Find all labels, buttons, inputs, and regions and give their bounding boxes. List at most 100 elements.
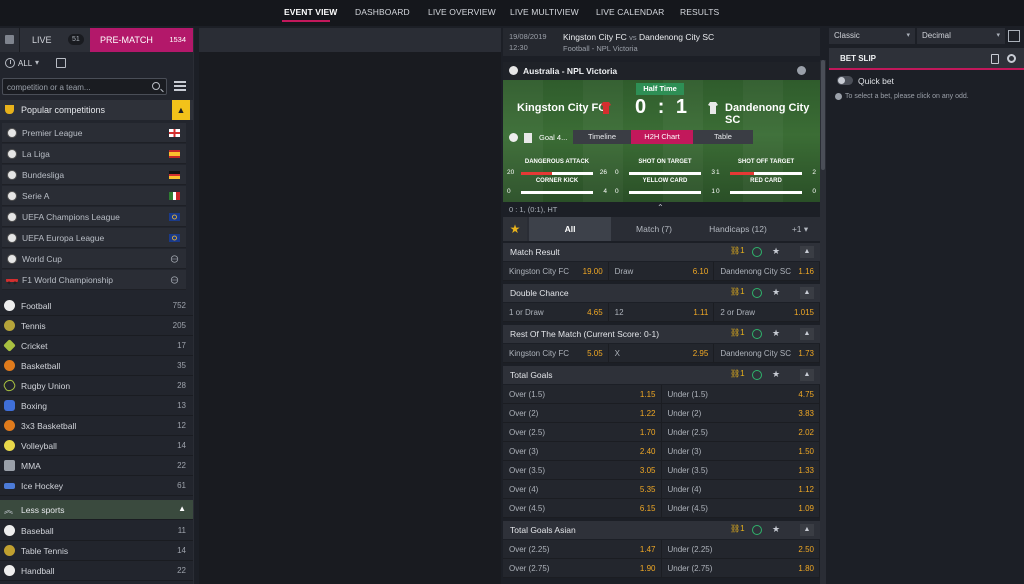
odd-button[interactable]: Dandenong City SC 1.73 <box>714 344 820 363</box>
sport-item-ice-hockey[interactable]: Ice Hockey 61 <box>0 476 194 496</box>
odd-button[interactable]: Over (2.5) 1.70 <box>503 423 662 442</box>
odd-button[interactable]: X 2.95 <box>609 344 715 363</box>
favourite-star-icon[interactable]: ★ <box>772 328 780 339</box>
odd-button[interactable]: Kingston City FC 5.05 <box>503 344 609 363</box>
nav-live-multiview[interactable]: LIVE MULTIVIEW <box>510 7 579 17</box>
competition-item[interactable]: Premier League <box>2 123 186 143</box>
sport-item-table-tennis[interactable]: Table Tennis 14 <box>0 541 194 561</box>
quick-bet-toggle[interactable] <box>837 76 853 85</box>
tab-all-markets[interactable]: All <box>529 217 611 241</box>
nav-dashboard[interactable]: DASHBOARD <box>355 7 410 17</box>
search-input[interactable] <box>7 81 147 93</box>
odd-button[interactable]: Over (2.75) 1.90 <box>503 559 662 578</box>
competition-item[interactable]: World Cup <box>2 249 186 269</box>
sport-item-football[interactable]: Football 752 <box>0 296 194 316</box>
favourite-star-icon[interactable]: ★ <box>772 369 780 380</box>
nav-event-view[interactable]: EVENT VIEW <box>284 7 337 17</box>
odd-button[interactable]: Draw 6.10 <box>609 262 715 281</box>
sport-item-3x3-basketball[interactable]: 3x3 Basketball 12 <box>0 416 194 436</box>
collapse-market-button[interactable]: ▲ <box>800 287 814 299</box>
link-icon[interactable]: ⛓1 <box>730 328 745 337</box>
search-icon[interactable] <box>152 82 160 90</box>
sport-item-baseball[interactable]: Baseball 11 <box>0 521 194 541</box>
odd-button[interactable]: 12 1.11 <box>609 303 715 322</box>
tab-more-markets[interactable]: +1 ▾ <box>781 217 819 241</box>
tab-timeline[interactable]: Timeline <box>573 130 631 144</box>
link-icon[interactable]: ⛓1 <box>730 369 745 378</box>
stats-icon[interactable] <box>752 247 762 257</box>
calculator-icon[interactable] <box>991 54 999 64</box>
collapse-pitch-icon[interactable]: ⌃ <box>657 203 664 212</box>
link-icon[interactable]: ⛓1 <box>730 287 745 296</box>
market-header[interactable]: Double Chance ⛓1 ★ ▲ <box>503 284 820 302</box>
odd-button[interactable]: Over (2) 1.22 <box>503 404 662 423</box>
competition-item[interactable]: Bundesliga <box>2 165 186 185</box>
tab-live[interactable]: LIVE 51 <box>20 28 90 52</box>
event-scrollbar[interactable] <box>820 60 826 584</box>
sport-item-volleyball[interactable]: Volleyball 14 <box>0 436 194 456</box>
odd-button[interactable]: Over (3) 2.40 <box>503 442 662 461</box>
tab-match-markets[interactable]: Match (7) <box>611 217 697 241</box>
competition-item[interactable]: UEFA Europa League <box>2 228 186 248</box>
competition-item[interactable]: F1 World Championship <box>2 270 186 290</box>
odd-button[interactable]: 1 or Draw 4.65 <box>503 303 609 322</box>
sport-item-boxing[interactable]: Boxing 13 <box>0 396 194 416</box>
favourite-star-icon[interactable]: ★ <box>772 524 780 535</box>
competition-item[interactable]: UEFA Champions League <box>2 207 186 227</box>
tab-handicaps[interactable]: Handicaps (12) <box>697 217 779 241</box>
odd-button[interactable]: Under (4.5) 1.09 <box>662 499 820 518</box>
favourites-star-icon[interactable]: ★ <box>503 217 527 241</box>
scrollbar-thumb[interactable] <box>821 60 825 170</box>
nav-live-calendar[interactable]: LIVE CALENDAR <box>596 7 664 17</box>
popular-competitions-header[interactable]: Popular competitions ▲ <box>0 100 194 120</box>
collapse-market-button[interactable]: ▲ <box>800 524 814 536</box>
collapse-market-button[interactable]: ▲ <box>800 369 814 381</box>
odd-button[interactable]: Under (3) 1.50 <box>662 442 820 461</box>
competition-item[interactable]: La Liga <box>2 144 186 164</box>
odd-button[interactable]: Over (1.5) 1.15 <box>503 385 662 404</box>
expand-icon[interactable] <box>1008 30 1020 42</box>
stats-icon[interactable] <box>752 329 762 339</box>
pin-icon[interactable] <box>797 66 806 75</box>
sport-item-handball[interactable]: Handball 22 <box>0 561 194 581</box>
odd-button[interactable]: Over (4.5) 6.15 <box>503 499 662 518</box>
stats-icon[interactable] <box>752 525 762 535</box>
odds-format-select[interactable]: Classic ▾ <box>829 28 915 44</box>
stats-icon[interactable] <box>752 370 762 380</box>
competition-item[interactable]: Serie A <box>2 186 186 206</box>
nav-live-overview[interactable]: LIVE OVERVIEW <box>428 7 496 17</box>
odd-button[interactable]: Kingston City FC 19.00 <box>503 262 609 281</box>
chevron-down-icon[interactable]: ▾ <box>35 58 39 67</box>
odd-button[interactable]: Under (3.5) 1.33 <box>662 461 820 480</box>
market-header[interactable]: Total Goals ⛓1 ★ ▲ <box>503 366 820 384</box>
odd-button[interactable]: Over (4) 5.35 <box>503 480 662 499</box>
odd-button[interactable]: Over (3.5) 3.05 <box>503 461 662 480</box>
odd-button[interactable]: Under (2.5) 2.02 <box>662 423 820 442</box>
gear-icon[interactable] <box>1007 54 1016 63</box>
tab-h2h-chart[interactable]: H2H Chart <box>631 130 693 144</box>
odds-type-select[interactable]: Decimal ▾ <box>917 28 1005 44</box>
odd-button[interactable]: Under (2.25) 2.50 <box>662 540 820 559</box>
list-view-icon[interactable] <box>174 81 186 91</box>
tab-prematch[interactable]: PRE-MATCH 1534 <box>90 28 194 52</box>
time-filter-select[interactable]: ALL <box>18 59 32 68</box>
sport-item-mma[interactable]: MMA 22 <box>0 456 194 476</box>
sport-item-cricket[interactable]: Cricket 17 <box>0 336 194 356</box>
calendar-icon[interactable] <box>56 58 66 68</box>
sport-item-rugby-union[interactable]: Rugby Union 28 <box>0 376 194 396</box>
odd-button[interactable]: Over (2.25) 1.47 <box>503 540 662 559</box>
nav-results[interactable]: RESULTS <box>680 7 719 17</box>
less-sports-toggle[interactable]: ︽ Less sports ▲ <box>0 500 194 520</box>
odd-button[interactable]: Dandenong City SC 1.16 <box>714 262 820 281</box>
collapse-popular-button[interactable]: ▲ <box>172 100 190 120</box>
collapse-market-button[interactable]: ▲ <box>800 328 814 340</box>
market-header[interactable]: Total Goals Asian ⛓1 ★ ▲ <box>503 521 820 539</box>
sidebar-scrollbar[interactable] <box>193 28 194 584</box>
odd-button[interactable]: Under (2) 3.83 <box>662 404 820 423</box>
odd-button[interactable]: Under (1.5) 4.75 <box>662 385 820 404</box>
favourite-star-icon[interactable]: ★ <box>772 246 780 257</box>
collapse-market-button[interactable]: ▲ <box>800 246 814 258</box>
market-header[interactable]: Rest Of The Match (Current Score: 0-1) ⛓1… <box>503 325 820 343</box>
stats-icon[interactable] <box>752 288 762 298</box>
odd-button[interactable]: Under (4) 1.12 <box>662 480 820 499</box>
